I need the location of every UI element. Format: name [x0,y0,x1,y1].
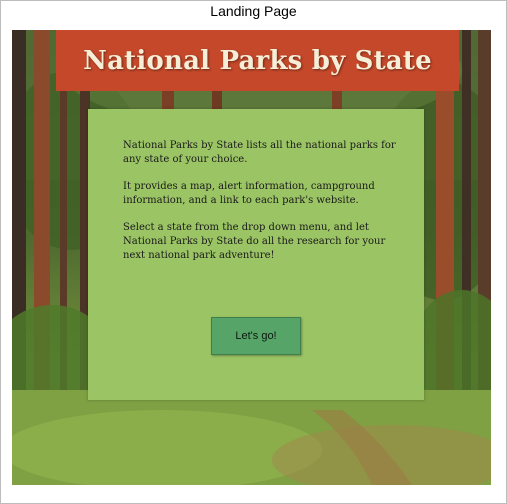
intro-paragraph-1: National Parks by State lists all the na… [123,140,396,165]
intro-panel: National Parks by State lists all the na… [88,109,424,400]
wireframe-frame: Landing Page National Parks by State Nat… [0,0,507,504]
lets-go-button[interactable]: Let's go! [211,317,301,355]
wireframe-caption: Landing Page [210,3,297,19]
site-header-banner: National Parks by State [56,30,459,91]
forest-background-image: National Parks by State National Parks b… [12,30,491,485]
intro-paragraph-3: Select a state from the drop down menu, … [123,222,386,261]
intro-paragraph-2: It provides a map, alert information, ca… [123,181,375,206]
intro-text: National Parks by State lists all the na… [123,139,398,276]
site-title: National Parks by State [83,45,432,76]
